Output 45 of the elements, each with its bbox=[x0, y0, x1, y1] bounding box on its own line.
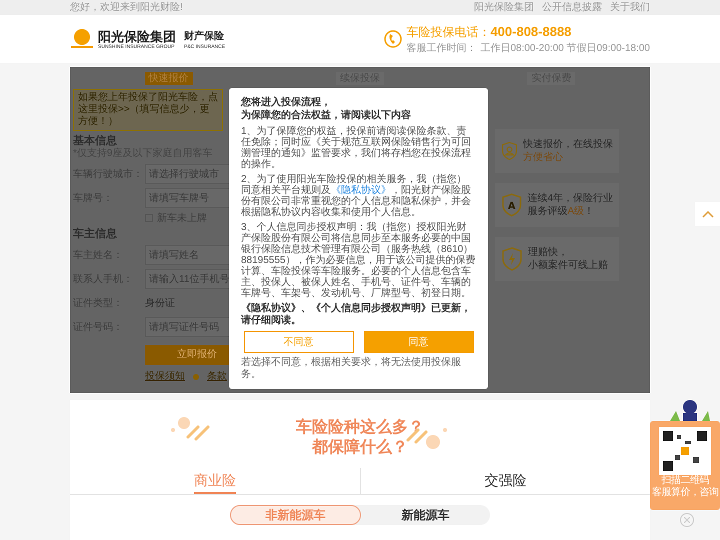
close-button[interactable] bbox=[680, 513, 694, 527]
form-link[interactable]: 条款 bbox=[207, 369, 227, 384]
feature-text: 小额案件可线上赔 bbox=[528, 259, 608, 272]
coverage-tab[interactable]: 交强险 bbox=[484, 468, 526, 494]
close-icon bbox=[684, 517, 690, 523]
dialog-title: 您将进入投保流程， bbox=[241, 96, 332, 109]
qr-caption: 客服算价，咨询 bbox=[652, 487, 718, 499]
top-link[interactable]: 关于我们 bbox=[610, 0, 650, 15]
phone-icon bbox=[384, 29, 402, 49]
form-tab[interactable]: 快速报价 bbox=[144, 72, 193, 84]
sun-logo-icon bbox=[70, 27, 94, 51]
top-link[interactable]: 公开信息披露 bbox=[542, 0, 602, 15]
person-silhouette-drawing bbox=[668, 399, 712, 421]
info-dot-icon bbox=[193, 374, 199, 380]
shield-icon: A bbox=[501, 193, 522, 217]
dialog-button[interactable]: 不同意 bbox=[244, 331, 354, 353]
qr-caption: 扫描二维码 bbox=[661, 475, 709, 486]
segment-option[interactable]: 非新能源车 bbox=[230, 505, 361, 525]
qr-code-icon bbox=[659, 427, 711, 475]
hotline-label: 车险投保电话： bbox=[406, 24, 490, 41]
decoration-drawing bbox=[170, 415, 210, 441]
feature-text: 快速报价，在线投保 bbox=[523, 138, 613, 151]
hotline-number: 400-808-8888 bbox=[490, 22, 572, 41]
logo-name: 阳光保险集团 bbox=[98, 28, 176, 44]
form-link[interactable]: 投保须知 bbox=[145, 369, 185, 384]
privacy-link[interactable]: 《隐私协议》 bbox=[331, 185, 391, 196]
greeting-text: 您好，欢迎来到阳光财险! bbox=[70, 0, 183, 15]
feature-text: 连续4年，保险行业 bbox=[527, 192, 613, 205]
feature-text: 方便省心 bbox=[523, 151, 564, 164]
top-link[interactable]: 阳光保险集团 bbox=[474, 0, 534, 15]
hours-text: 工作日08:00-20:00 节假日09:00-18:00 bbox=[480, 42, 650, 56]
hours-label: 客服工作时间： bbox=[406, 42, 476, 56]
chevron-up-icon bbox=[702, 210, 714, 218]
shield-icon bbox=[501, 139, 518, 163]
notice-box[interactable]: 如果您上年投保了阳光车险，点这里投保>>（填写信息少，更方便！） bbox=[73, 89, 223, 131]
back-to-top-button[interactable] bbox=[695, 202, 720, 226]
dialog-button[interactable]: 同意 bbox=[364, 331, 474, 353]
segment-option[interactable]: 新能源车 bbox=[361, 505, 490, 525]
feature-text: 理赔快， bbox=[528, 246, 569, 259]
coverage-tab[interactable]: 商业险 bbox=[194, 468, 236, 494]
dialog-title: 为保障您的合法权益，请阅读以下内容 bbox=[241, 109, 412, 122]
division-name: 财产保险 bbox=[184, 30, 225, 44]
feature-text: 服务评级A级！ bbox=[527, 205, 596, 218]
section-heading: 都保障什么？ bbox=[312, 438, 408, 458]
shield-icon bbox=[501, 247, 523, 271]
